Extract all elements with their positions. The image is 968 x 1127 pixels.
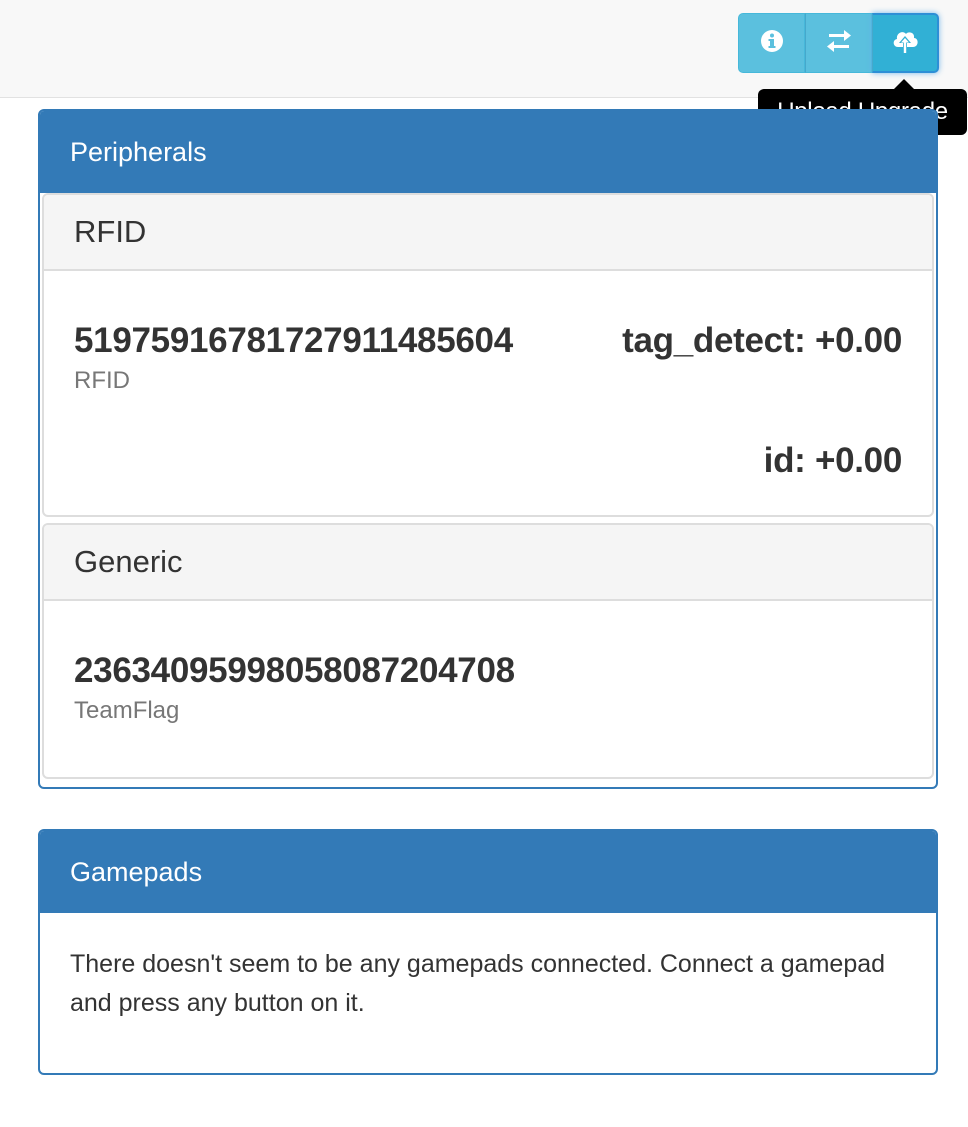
reading-tag-detect: tag_detect: +0.00 — [622, 321, 902, 360]
device-type: RFID — [74, 367, 130, 394]
device-name: 23634095998058087204708 — [74, 651, 515, 690]
peripherals-title: Peripherals — [40, 111, 936, 193]
info-icon — [759, 28, 785, 59]
rfid-group: RFID 51975916781727911485604 RFID tag_de… — [42, 193, 934, 517]
device-name: 51975916781727911485604 — [74, 321, 513, 360]
generic-group: Generic 23634095998058087204708 TeamFlag — [42, 523, 934, 779]
gamepads-panel: Gamepads There doesn't seem to be any ga… — [38, 829, 938, 1075]
device-type: TeamFlag — [74, 697, 180, 724]
reading-id: id: +0.00 — [763, 441, 903, 480]
tooltip-arrow — [894, 79, 914, 89]
info-button[interactable] — [738, 13, 805, 73]
top-navbar — [0, 0, 968, 98]
upload-upgrade-button[interactable] — [872, 13, 939, 73]
toolbar-button-group — [738, 13, 940, 73]
gamepads-body: There doesn't seem to be any gamepads co… — [40, 913, 936, 1073]
cloud-upload-icon — [890, 27, 920, 60]
generic-device: 23634095998058087204708 TeamFlag — [44, 601, 932, 777]
rfid-device: 51975916781727911485604 RFID tag_detect:… — [44, 271, 932, 515]
gamepads-message: There doesn't seem to be any gamepads co… — [70, 950, 886, 1017]
gamepads-title: Gamepads — [40, 831, 936, 913]
generic-group-heading: Generic — [44, 525, 932, 601]
rfid-group-heading: RFID — [44, 195, 932, 271]
swap-arrows-icon — [825, 29, 853, 58]
swap-button[interactable] — [805, 13, 872, 73]
peripherals-panel: Peripherals RFID 51975916781727911485604… — [38, 109, 938, 789]
